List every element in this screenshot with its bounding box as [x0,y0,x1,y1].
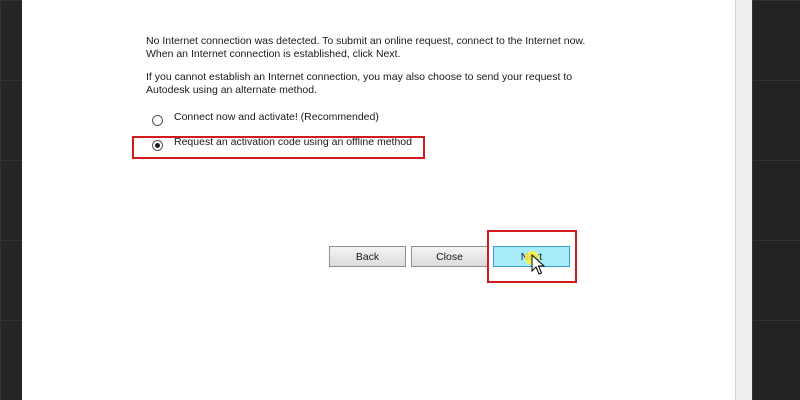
activation-dialog: No Internet connection was detected. To … [22,0,736,400]
back-button[interactable]: Back [329,246,406,267]
message-line-2: When an Internet connection is establish… [146,48,401,60]
message-line-1: No Internet connection was detected. To … [146,35,586,47]
message-line-3: If you cannot establish an Internet conn… [146,71,573,83]
mouse-pointer-icon [531,254,545,275]
radio-connect-now[interactable] [152,115,163,126]
radio-connect-now-label[interactable]: Connect now and activate! (Recommended) [174,111,379,124]
option-highlight-box [132,136,425,159]
background-right [752,0,800,400]
close-button[interactable]: Close [411,246,488,267]
dialog-frame: No Internet connection was detected. To … [22,0,752,400]
message-line-4: Autodesk using an alternate method. [146,84,318,96]
background-left [0,0,22,400]
